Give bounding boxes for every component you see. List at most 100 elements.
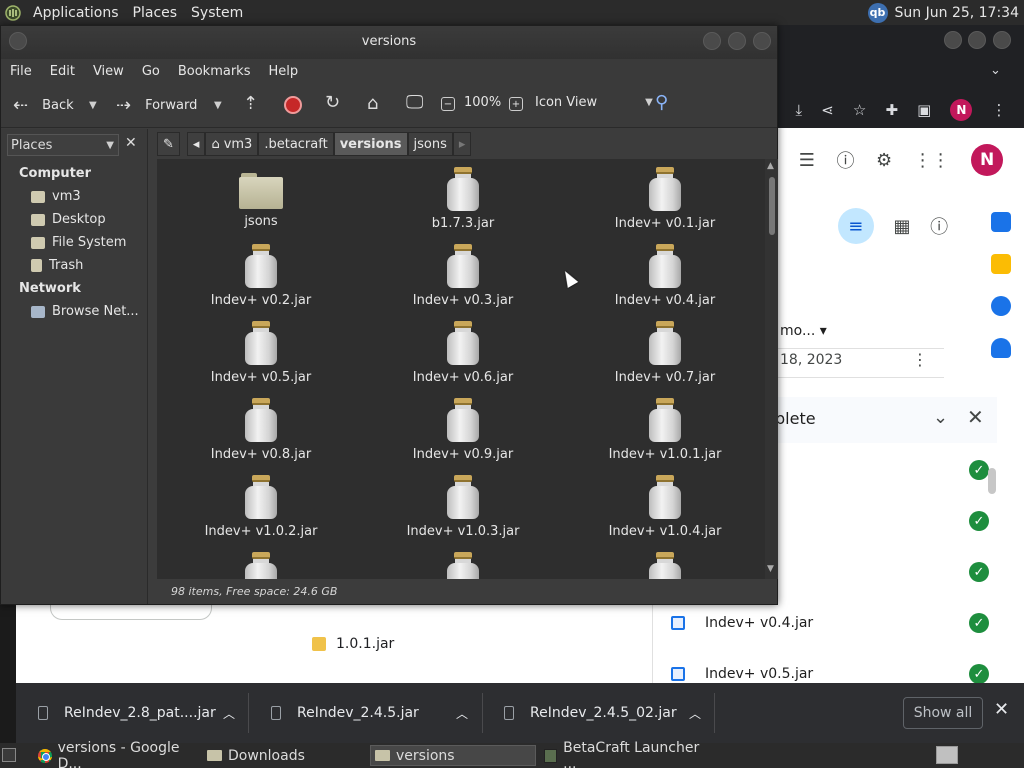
taskbar-item-downloads[interactable]: Downloads	[203, 745, 367, 766]
toggle-location-entry-icon[interactable]: ✎	[157, 132, 180, 156]
side-panel-icon[interactable]: ▣	[917, 101, 931, 119]
maximize-button[interactable]	[728, 32, 746, 50]
show-desktop-icon[interactable]	[2, 748, 16, 762]
menu-bookmarks[interactable]: Bookmarks	[169, 64, 260, 79]
install-icon[interactable]: ⤓	[796, 101, 803, 119]
menu-view[interactable]: View	[84, 64, 133, 79]
path-segment-jsons[interactable]: jsons	[407, 132, 453, 156]
computer-icon[interactable]: 🖵	[406, 92, 423, 113]
taskbar-item-betacraft[interactable]: BetaCraft Launcher ...	[540, 740, 706, 768]
settings-gear-icon[interactable]: ⚙	[876, 150, 892, 171]
jar-file-item[interactable]: Indev+ v0.2.jar	[191, 244, 331, 308]
scroll-up-icon[interactable]: ▲	[767, 161, 774, 171]
workspace-switcher[interactable]	[936, 746, 958, 764]
sidebar-item-vm3[interactable]: vm3	[31, 189, 81, 204]
menu-go[interactable]: Go	[133, 64, 169, 79]
home-icon[interactable]: ⌂	[367, 93, 378, 114]
mate-logo-icon[interactable]	[0, 4, 26, 21]
reload-icon[interactable]: ↻	[325, 92, 340, 113]
menu-edit[interactable]: Edit	[41, 64, 84, 79]
scroll-down-icon[interactable]: ▼	[767, 564, 774, 574]
tasks-icon[interactable]	[991, 296, 1011, 316]
account-avatar[interactable]: N	[971, 144, 1004, 176]
close-window-button[interactable]	[753, 32, 771, 50]
more-actions-icon[interactable]: ⋮	[912, 350, 928, 369]
jar-file-item[interactable]: Indev+ v0.8.jar	[191, 398, 331, 462]
back-button[interactable]: ⇠ Back	[13, 95, 74, 116]
jar-file-item[interactable]: Indev+ v0.3.jar	[393, 244, 533, 308]
jar-file-item[interactable]: Indev+ v0.4.jar	[595, 244, 735, 308]
qbittorrent-tray-icon[interactable]: qb	[867, 2, 888, 23]
jar-file-item[interactable]	[595, 552, 735, 579]
profile-avatar[interactable]: N	[950, 99, 973, 121]
menu-help[interactable]: Help	[259, 64, 307, 79]
jar-file-item[interactable]	[191, 552, 331, 579]
minimize-button[interactable]	[944, 31, 962, 49]
tab-list-chevron-icon[interactable]: ⌄	[990, 63, 1001, 78]
sidebar-item-file-system[interactable]: File System	[31, 235, 126, 250]
zoom-in-icon[interactable]: +	[509, 97, 523, 111]
back-history-dropdown-icon[interactable]: ▼	[89, 100, 97, 111]
chrome-menu-icon[interactable]: ⋮	[991, 101, 1006, 119]
upload-item[interactable]: Indev+ v0.4.jar ✓	[653, 598, 997, 648]
zoom-level[interactable]: 100%	[464, 95, 501, 110]
download-item[interactable]: ReIndev_2.8_pat....jar	[38, 683, 216, 743]
calendar-icon[interactable]	[991, 212, 1011, 232]
places-menu[interactable]: Places	[126, 5, 185, 21]
jar-file-item[interactable]: Indev+ v0.5.jar	[191, 321, 331, 385]
show-all-button[interactable]: Show all	[903, 697, 983, 729]
jar-file-item[interactable]: Indev+ v0.6.jar	[393, 321, 533, 385]
view-mode-combo[interactable]: Icon View ▼	[535, 95, 653, 110]
zoom-out-icon[interactable]: −	[441, 97, 455, 111]
sidebar-type-combo[interactable]: Places ▼	[7, 134, 119, 156]
system-menu[interactable]: System	[184, 5, 250, 21]
jar-file-item[interactable]: Indev+ v1.0.3.jar	[393, 475, 533, 539]
bookmark-star-icon[interactable]: ☆	[853, 101, 866, 119]
taskbar-item-versions[interactable]: versions	[370, 745, 536, 766]
download-item[interactable]: ReIndev_2.4.5.jar	[271, 683, 419, 743]
jar-file-item[interactable]: Indev+ v1.0.4.jar	[595, 475, 735, 539]
search-icon[interactable]: ⚲	[655, 92, 668, 113]
jar-file-item[interactable]: Indev+ v1.0.2.jar	[191, 475, 331, 539]
scrollbar-thumb[interactable]	[769, 177, 775, 235]
sidebar-item-browse-network[interactable]: Browse Net...	[31, 304, 139, 319]
path-segment-versions[interactable]: versions	[333, 132, 408, 156]
upload-panel-scrollbar[interactable]	[988, 468, 996, 494]
details-info-icon[interactable]: ⓘ	[930, 213, 948, 239]
jar-file-item[interactable]	[393, 552, 533, 579]
jar-file-item[interactable]: Indev+ v0.9.jar	[393, 398, 533, 462]
contacts-icon[interactable]	[991, 338, 1011, 358]
path-segment-vm3[interactable]: ⌂ vm3	[205, 132, 259, 156]
apps-grid-icon[interactable]: ⋮⋮	[914, 150, 950, 171]
sidebar-item-trash[interactable]: Trash	[31, 258, 83, 273]
forward-history-dropdown-icon[interactable]: ▼	[214, 100, 222, 111]
close-panel-icon[interactable]: ✕	[967, 405, 984, 429]
close-window-button[interactable]	[993, 31, 1011, 49]
jar-file-item[interactable]: Indev+ v0.7.jar	[595, 321, 735, 385]
download-options-chevron-icon[interactable]: ︿	[456, 705, 468, 722]
up-arrow-icon[interactable]: ⇡	[243, 93, 258, 114]
taskbar-item-chrome[interactable]: versions - Google D...	[34, 740, 200, 768]
path-scroll-left-icon[interactable]: ◂	[186, 132, 206, 156]
jar-file-item[interactable]: Indev+ v0.1.jar	[595, 167, 735, 231]
folder-item[interactable]: jsons	[191, 167, 331, 229]
stop-icon[interactable]	[284, 96, 302, 114]
download-item[interactable]: ReIndev_2.4.5_02.jar	[504, 683, 677, 743]
grid-view-icon[interactable]: ▦	[893, 216, 910, 237]
clock[interactable]: Sun Jun 25, 17:34	[895, 5, 1019, 21]
path-segment-betacraft[interactable]: .betacraft	[258, 132, 334, 156]
download-options-chevron-icon[interactable]: ︿	[223, 705, 235, 722]
menu-file[interactable]: File	[1, 64, 41, 79]
maximize-button[interactable]	[968, 31, 986, 49]
extensions-icon[interactable]: ✚	[885, 101, 898, 119]
close-sidebar-icon[interactable]: ✕	[125, 135, 137, 151]
download-options-chevron-icon[interactable]: ︿	[689, 705, 701, 722]
filter-icon[interactable]: ≡	[837, 208, 874, 244]
file-list-item[interactable]: 1.0.1.jar	[312, 636, 394, 652]
sort-dropdown[interactable]: mo... ▾	[780, 323, 827, 339]
file-view-scrollbar[interactable]: ▲ ▼	[765, 159, 778, 579]
minimize-button[interactable]	[703, 32, 721, 50]
sidebar-item-desktop[interactable]: Desktop	[31, 212, 106, 227]
path-scroll-right-icon[interactable]: ▸	[452, 132, 472, 156]
applications-menu[interactable]: Applications	[26, 5, 126, 21]
